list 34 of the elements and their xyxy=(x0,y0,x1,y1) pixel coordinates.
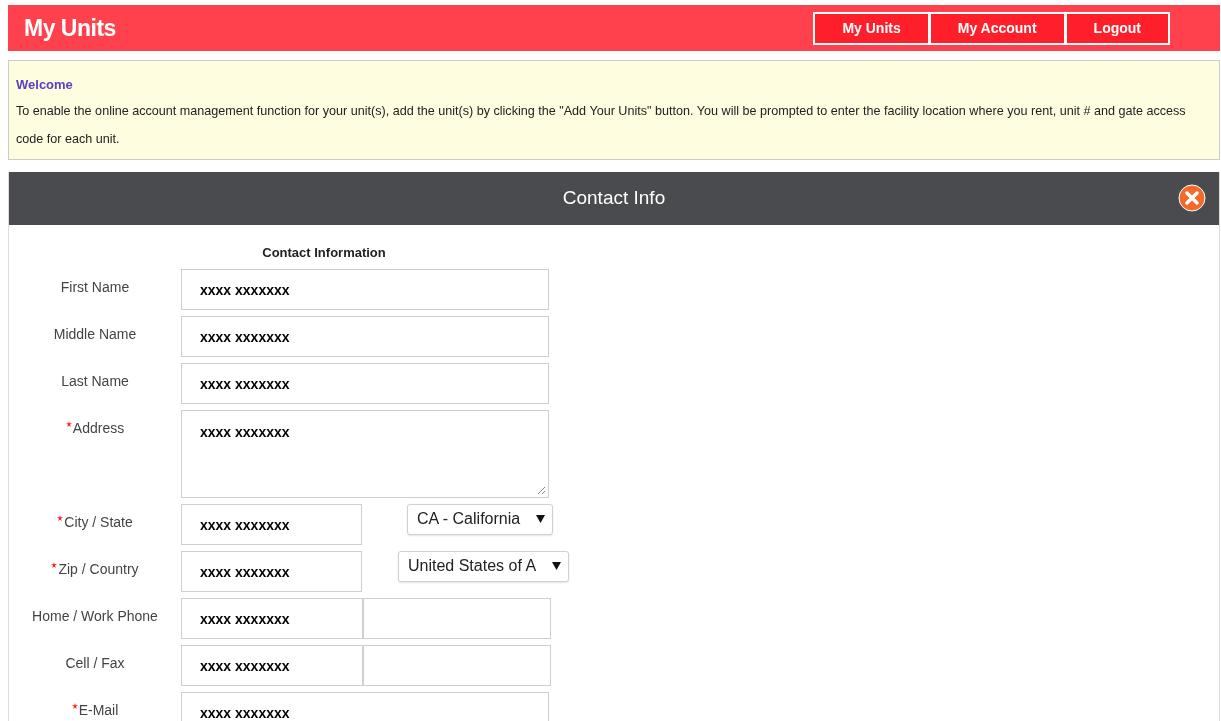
field-label: Middle Name xyxy=(53,325,137,342)
field-label: First Name xyxy=(60,278,130,295)
page-title: My Units xyxy=(24,13,116,43)
field-label: Zip / Country xyxy=(58,560,139,577)
input-field[interactable] xyxy=(363,644,551,686)
input-field[interactable]: xxxx xxxxxxx xyxy=(181,644,363,686)
resize-handle-icon[interactable] xyxy=(536,484,546,495)
input-field[interactable]: xxxx xxxxxxx xyxy=(181,550,362,592)
panel-title: Contact Info xyxy=(562,185,666,210)
input-field[interactable]: xxxx xxxxxxx xyxy=(181,315,549,357)
nav-link[interactable]: Logout xyxy=(1066,13,1168,43)
close-icon[interactable] xyxy=(1178,183,1206,212)
address-textarea[interactable]: xxxx xxxxxxx xyxy=(181,409,549,498)
input-field[interactable] xyxy=(363,597,551,639)
field-label: Last Name xyxy=(61,372,129,389)
caret-icon xyxy=(536,515,546,523)
dropdown[interactable]: United States of A xyxy=(398,550,570,582)
input-field[interactable]: xxxx xxxxxxx xyxy=(181,597,363,639)
nav-link[interactable]: My Account xyxy=(930,13,1064,43)
field-label: Cell / Fax xyxy=(65,654,125,671)
field-label: E-Mail xyxy=(78,701,119,718)
field-label: Address xyxy=(72,419,125,436)
input-field[interactable]: xxxx xxxxxxx xyxy=(181,268,549,310)
caret-icon xyxy=(552,562,562,570)
welcome-heading: Welcome xyxy=(16,76,74,94)
section-heading: Contact Information xyxy=(261,244,386,260)
nav-link[interactable]: My Units xyxy=(815,13,928,43)
input-field[interactable]: xxxx xxxxxxx xyxy=(181,503,362,545)
input-field[interactable]: xxxx xxxxxxx xyxy=(181,691,549,721)
field-label: City / State xyxy=(64,513,133,530)
dropdown[interactable]: CA - California xyxy=(407,503,554,535)
welcome-text: To enable the online account management function for your unit(s), add the unit(s) by clicking the "Add Your Units" button. You will be prompted to enter the facility location where you rent, unit # and gate access code for each unit. xyxy=(16,102,1187,148)
input-field[interactable]: xxxx xxxxxxx xyxy=(181,362,549,404)
field-label: Home / Work Phone xyxy=(32,607,158,624)
